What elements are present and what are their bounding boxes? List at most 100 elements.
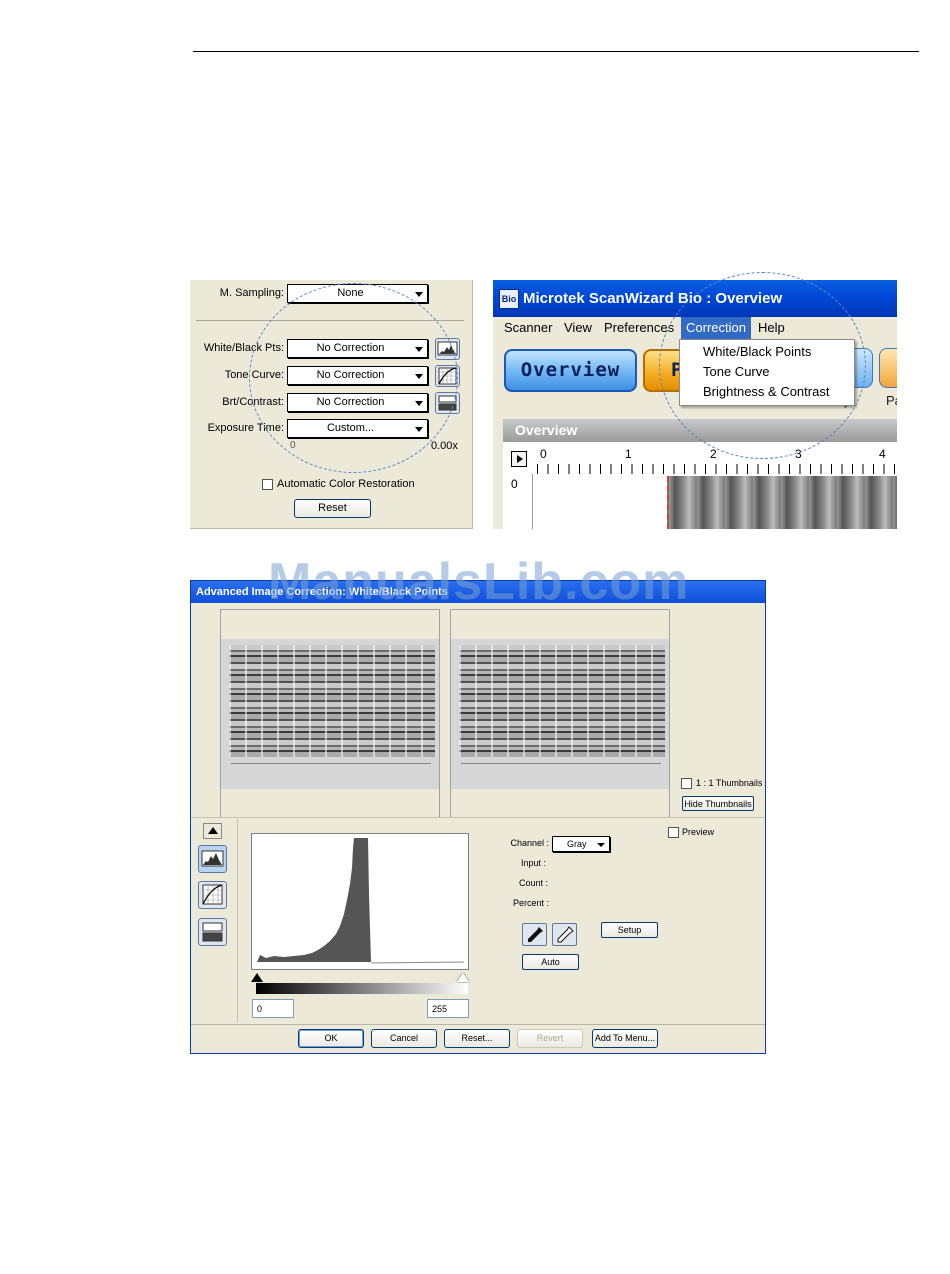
thumbnail-after [450, 609, 670, 818]
correction-tool-strip [191, 819, 238, 1023]
menu-bar: Scanner View Preferences Correction Help [493, 317, 897, 339]
menu-view[interactable]: View [564, 320, 592, 335]
overview-header: Overview [503, 419, 897, 441]
exposure-scale-min: 0 [290, 440, 296, 451]
play-icon[interactable] [511, 451, 527, 467]
scroll-up-icon[interactable] [203, 823, 222, 839]
watermark-text: ManualsLib.com [268, 553, 690, 611]
histogram-icon[interactable] [435, 338, 460, 360]
scan-preview-area[interactable]: 0 [503, 474, 897, 529]
ok-button[interactable]: OK [298, 1029, 364, 1048]
menu-correction[interactable]: Correction [681, 317, 751, 339]
input-label: Input : [520, 858, 546, 868]
tone-curve-tool-icon[interactable] [198, 881, 227, 909]
overview-button[interactable]: Overview [504, 349, 637, 392]
settings-panel: M. Sampling: None White/Black Pts: No Co… [190, 280, 473, 529]
chevron-down-icon [415, 427, 423, 432]
chevron-down-icon [415, 347, 423, 352]
menu-help[interactable]: Help [758, 320, 785, 335]
m-sampling-row: M. Sampling: None [190, 284, 473, 304]
chevron-down-icon [597, 843, 605, 847]
hide-thumbnails-button[interactable]: Hide Thumbnails [682, 796, 754, 811]
setup-button[interactable]: Setup [601, 922, 658, 938]
chevron-down-icon [415, 292, 423, 297]
thumbnail-before [220, 609, 440, 818]
black-eyedropper-icon[interactable] [522, 923, 547, 946]
footer-divider [191, 1024, 765, 1025]
tone-curve-value: No Correction [316, 369, 385, 381]
percent-label: Percent : [512, 898, 549, 908]
auto-button[interactable]: Auto [522, 954, 579, 970]
white-black-dropdown[interactable]: No Correction [287, 339, 428, 358]
window-title: Microtek ScanWizard Bio : Overview [523, 290, 783, 307]
black-point-handle[interactable] [251, 973, 263, 982]
brt-contrast-row: Brt/Contrast: No Correction [190, 392, 473, 414]
white-point-handle[interactable] [457, 973, 469, 982]
settings-divider [196, 320, 464, 321]
horizontal-ruler: 0 1 2 3 4 [503, 441, 897, 474]
tone-curve-label: Tone Curve: [224, 369, 284, 381]
count-label: Count : [518, 878, 548, 888]
exposure-label: Exposure Time: [207, 422, 284, 434]
white-black-label: White/Black Pts: [203, 342, 284, 354]
gel-image-before [221, 639, 439, 789]
gel-image-after [451, 639, 669, 789]
menu-item-white-black-points[interactable]: White/Black Points [703, 344, 811, 359]
ruler-label-1: 1 [625, 447, 632, 461]
ruler-ticks [537, 464, 897, 474]
m-sampling-value: None [337, 287, 364, 299]
vertical-ruler-zero: 0 [511, 477, 518, 491]
exposure-dropdown[interactable]: Custom... [287, 419, 428, 438]
preview-label: Preview [682, 827, 715, 837]
exposure-row: Exposure Time: Custom... [190, 419, 473, 439]
gray-gradient-bar [256, 983, 468, 994]
pan-hand-icon[interactable] [879, 348, 897, 388]
cancel-button[interactable]: Cancel [371, 1029, 437, 1048]
menu-item-tone-curve[interactable]: Tone Curve [703, 364, 769, 379]
white-black-row: White/Black Pts: No Correction [190, 338, 473, 360]
tone-curve-dropdown[interactable]: No Correction [287, 366, 428, 385]
tone-curve-icon[interactable] [435, 365, 460, 387]
ruler-label-2: 2 [710, 447, 717, 461]
scanwizard-window: Bio Microtek ScanWizard Bio : Overview S… [493, 280, 897, 529]
brightness-contrast-icon[interactable] [435, 392, 460, 414]
reset-button[interactable]: Reset [294, 499, 371, 518]
menu-preferences[interactable]: Preferences [604, 320, 674, 335]
exposure-value: Custom... [326, 422, 375, 434]
brt-contrast-dropdown[interactable]: No Correction [287, 393, 428, 412]
preview-checkbox[interactable] [668, 827, 679, 838]
bio-app-icon: Bio [499, 289, 519, 309]
title-bar: Bio Microtek ScanWizard Bio : Overview [493, 280, 897, 317]
thumbnails-checkbox[interactable] [681, 778, 692, 789]
histogram-shape [257, 838, 371, 962]
auto-color-label: Automatic Color Restoration [277, 478, 415, 490]
chevron-down-icon [415, 401, 423, 406]
menu-scanner[interactable]: Scanner [504, 320, 552, 335]
white-eyedropper-icon[interactable] [552, 923, 577, 946]
scanned-gel-image [667, 476, 897, 529]
m-sampling-dropdown[interactable]: None [287, 284, 428, 303]
add-to-menu-button[interactable]: Add To Menu... [592, 1029, 658, 1048]
channel-label: Channel : [510, 838, 549, 848]
ruler-label-0: 0 [540, 447, 547, 461]
histogram-chart [251, 833, 469, 970]
brt-contrast-value: No Correction [316, 396, 385, 408]
histogram-tool-icon[interactable] [198, 845, 227, 873]
tone-curve-row: Tone Curve: No Correction [190, 365, 473, 387]
brightness-contrast-tool-icon[interactable] [198, 918, 227, 946]
reset-button[interactable]: Reset... [444, 1029, 510, 1048]
channel-value: Gray [567, 839, 587, 849]
exposure-scale-max: 0.00x [431, 440, 458, 452]
black-point-input[interactable]: 0 [252, 999, 294, 1018]
vertical-ruler: 0 [503, 474, 533, 529]
m-sampling-label: M. Sampling: [219, 287, 284, 299]
channel-select[interactable]: Gray [552, 836, 610, 852]
menu-item-brightness-contrast[interactable]: Brightness & Contrast [703, 384, 829, 399]
dialog-divider [191, 817, 765, 818]
chevron-down-icon [415, 374, 423, 379]
ruler-label-4: 4 [879, 447, 886, 461]
auto-color-checkbox[interactable] [262, 479, 273, 490]
white-black-value: No Correction [316, 342, 385, 354]
white-point-input[interactable]: 255 [427, 999, 469, 1018]
revert-button[interactable]: Revert [517, 1029, 583, 1048]
